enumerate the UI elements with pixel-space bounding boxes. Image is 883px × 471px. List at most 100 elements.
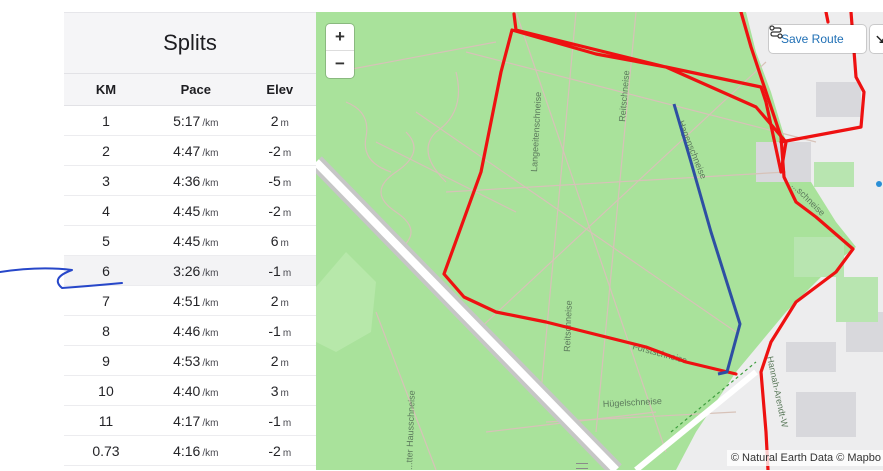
split-elev-value: 2 xyxy=(270,112,279,129)
split-row[interactable]: 11 4:17/km -1 m xyxy=(64,405,316,436)
split-pace-value: 4:40 xyxy=(173,382,201,399)
split-pace: 4:53/km xyxy=(147,345,244,376)
column-header-elev: Elev xyxy=(243,74,316,106)
split-elev-value: -1 xyxy=(268,322,281,339)
split-row[interactable]: 2 4:47/km -2 m xyxy=(64,135,316,166)
zoom-in-button[interactable]: + xyxy=(326,24,354,50)
building-block xyxy=(816,82,861,117)
split-elev-unit: m xyxy=(280,237,289,249)
split-elev: 6m xyxy=(243,225,316,256)
split-elev-unit: m xyxy=(280,297,289,309)
split-elev-value: -1 xyxy=(268,262,281,279)
split-elev-value: 3 xyxy=(270,382,279,399)
split-row[interactable]: 3 4:36/km -5 m xyxy=(64,165,316,196)
zoom-out-button[interactable]: − xyxy=(326,51,354,77)
split-pace-value: 5:17 xyxy=(173,112,201,129)
split-pace: 3:26/km xyxy=(147,255,244,286)
street-label-langeeiten: Langeeitenschneise xyxy=(529,92,543,172)
split-elev-value: 2 xyxy=(270,292,279,309)
split-pace: 4:45/km xyxy=(147,225,244,256)
split-elev: -2 m xyxy=(243,135,316,166)
route-map[interactable]: Langeeitenschneise Reitschneise Reitschn… xyxy=(316,12,883,470)
split-elev-value: -1 xyxy=(268,412,281,429)
split-elev-unit: m xyxy=(280,387,289,399)
split-elev-value: 6 xyxy=(270,232,279,249)
expand-map-button[interactable]: ↘ xyxy=(870,25,883,53)
meadow xyxy=(316,252,376,352)
split-pace-value: 3:26 xyxy=(173,262,201,279)
split-elev-value: -2 xyxy=(268,442,281,459)
split-pace: 4:17/km xyxy=(147,405,244,436)
split-pace-value: 4:17 xyxy=(173,412,201,429)
map-attribution[interactable]: © Natural Earth Data © Mapbo xyxy=(726,450,883,466)
split-pace-value: 4:46 xyxy=(173,322,201,339)
splits-header-row: KM Pace Elev xyxy=(64,74,316,106)
split-elev: -1 m xyxy=(243,405,316,436)
split-elev-unit: m xyxy=(282,267,292,279)
split-elev-unit: m xyxy=(282,147,292,159)
split-elev-unit: m xyxy=(282,207,292,219)
split-pace-unit: /km xyxy=(202,237,219,249)
split-pace-value: 4:47 xyxy=(173,142,201,159)
split-km: 11 xyxy=(64,405,148,436)
split-pace-unit: /km xyxy=(202,177,219,189)
split-pace: 5:17/km xyxy=(147,105,244,136)
split-elev-unit: m xyxy=(282,417,292,429)
split-row[interactable]: 1 5:17/km 2 m xyxy=(64,105,316,136)
split-km: 3 xyxy=(64,165,148,196)
building-block xyxy=(786,342,836,372)
split-km: 10 xyxy=(64,375,148,406)
sports-field xyxy=(814,162,854,187)
split-elev-unit: m xyxy=(280,117,289,129)
split-row[interactable]: 4 4:45/km -2 m xyxy=(64,195,316,226)
split-pace-unit: /km xyxy=(202,447,219,459)
split-row[interactable]: 9 4:53/km 2 m xyxy=(64,345,316,376)
split-pace-value: 4:16 xyxy=(173,442,201,459)
split-pace-unit: /km xyxy=(202,357,219,369)
split-row[interactable]: 8 4:46/km -1 m xyxy=(64,315,316,346)
split-pace-unit: /km xyxy=(202,417,219,429)
split-row[interactable]: 5 4:45/km 6 m xyxy=(64,225,316,256)
split-elev-unit: m xyxy=(282,177,292,189)
selected-split-segment xyxy=(672,103,742,376)
expand-icon: ↘ xyxy=(874,32,883,46)
left-margin xyxy=(0,0,64,470)
split-pace-value: 4:53 xyxy=(173,352,201,369)
split-pace: 4:36/km xyxy=(147,165,244,196)
split-pace-unit: /km xyxy=(202,387,219,399)
split-elev-value: -5 xyxy=(268,172,281,189)
zoom-control: + − xyxy=(326,24,354,78)
split-elev-value: 2 xyxy=(270,352,279,369)
split-elev: 2m xyxy=(243,345,316,376)
split-elev: -1 m xyxy=(243,315,316,346)
split-elev: -2 m xyxy=(243,435,316,466)
split-pace-unit: /km xyxy=(202,267,219,279)
splits-title: Splits xyxy=(163,30,217,55)
split-elev: 2m xyxy=(243,285,316,316)
split-pace-unit: /km xyxy=(202,327,219,339)
split-pace: 4:47/km xyxy=(147,135,244,166)
street-label-hausschneise: ...tter Hausschneise xyxy=(404,390,417,470)
map-canvas[interactable]: Langeeitenschneise Reitschneise Reitschn… xyxy=(316,12,883,470)
save-route-button[interactable]: Save Route xyxy=(769,25,866,53)
split-pace-value: 4:36 xyxy=(173,172,201,189)
split-km: 1 xyxy=(64,105,148,136)
splits-panel: Splits KM Pace Elev 1 5:17/km 2 m 2 4:47/km -2… xyxy=(64,12,316,471)
map-marker-icon xyxy=(876,181,882,187)
drag-handle-icon[interactable] xyxy=(576,463,588,469)
split-elev-unit: m xyxy=(280,357,289,369)
split-elev-value: -2 xyxy=(268,202,281,219)
split-km: 2 xyxy=(64,135,148,166)
splits-header: Splits xyxy=(64,13,316,74)
column-header-pace: Pace xyxy=(147,74,244,106)
split-row[interactable]: 0.73 4:16/km -2 m xyxy=(64,435,316,466)
split-elev-unit: m xyxy=(282,447,292,459)
split-pace-value: 4:45 xyxy=(173,202,201,219)
split-pace-unit: /km xyxy=(202,297,219,309)
split-pace-unit: /km xyxy=(202,207,219,219)
split-pace-unit: /km xyxy=(202,117,219,129)
street-label-huegel: Hügelschneise xyxy=(603,396,662,409)
split-elev-unit: m xyxy=(282,327,292,339)
split-pace: 4:40/km xyxy=(147,375,244,406)
split-row[interactable]: 10 4:40/km 3 m xyxy=(64,375,316,406)
